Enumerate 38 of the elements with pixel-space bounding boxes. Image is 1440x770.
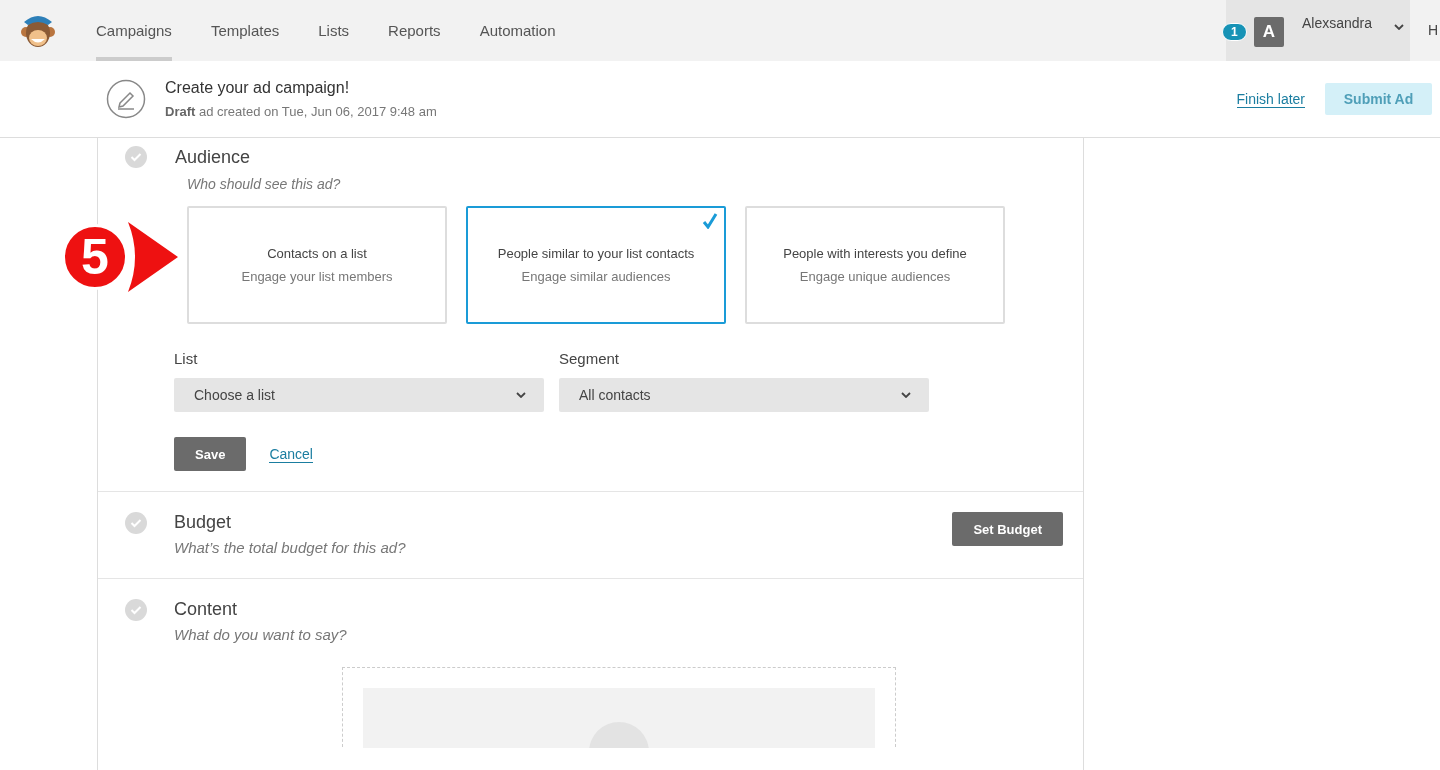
finish-later-link[interactable]: Finish later: [1236, 90, 1305, 108]
chevron-down-icon: [1394, 24, 1405, 30]
chevron-down-icon: [901, 392, 911, 398]
section-question: Who should see this ad?: [187, 176, 342, 192]
nav-tab[interactable]: Automation: [479, 0, 556, 61]
avatar: A: [1254, 17, 1284, 47]
section-question: What’s the total budget for this ad?: [174, 539, 407, 556]
nav-tab[interactable]: Campaigns: [96, 0, 172, 61]
section-title: Audience: [175, 146, 251, 168]
check-circle-icon: [125, 599, 147, 621]
audience-option-card[interactable]: Contacts on a list Engage your list members: [187, 206, 447, 324]
page-title: Create your ad campaign!: [165, 79, 351, 97]
nav-tab[interactable]: Templates: [210, 0, 280, 61]
chevron-down-icon: [516, 392, 526, 398]
set-budget-button[interactable]: Set Budget: [952, 512, 1063, 546]
nav-tab[interactable]: Reports: [388, 0, 441, 61]
step-number: 5: [62, 224, 128, 290]
nav-tab[interactable]: Lists: [318, 0, 350, 61]
section-title: Content: [174, 599, 239, 620]
check-circle-icon: [125, 512, 147, 534]
audience-option-card[interactable]: People with interests you define Engage unique audiences: [745, 206, 1005, 324]
field-label: List: [174, 350, 199, 367]
section-title: Budget: [174, 512, 233, 533]
save-button[interactable]: Save: [174, 437, 247, 471]
checkmark-icon: [702, 213, 718, 229]
cancel-link[interactable]: Cancel: [269, 445, 313, 463]
nav-link[interactable]: H: [1428, 22, 1440, 61]
pencil-icon: [106, 79, 146, 119]
section-question: What do you want to say?: [174, 626, 348, 643]
check-circle-icon: [125, 146, 147, 168]
field-label: Segment: [559, 350, 621, 367]
draft-info: Draft ad created on Tue, Jun 06, 2017 9:48 am: [165, 104, 438, 119]
arrow-icon: [128, 222, 178, 292]
audience-option-card[interactable]: People similar to your list contacts Engage similar audiences: [466, 206, 726, 324]
notification-badge: 1: [1222, 23, 1247, 41]
dropdown[interactable]: Choose a list: [174, 378, 544, 412]
user-name: Alexsandra: [1302, 15, 1373, 31]
dropdown[interactable]: All contacts: [559, 378, 929, 412]
